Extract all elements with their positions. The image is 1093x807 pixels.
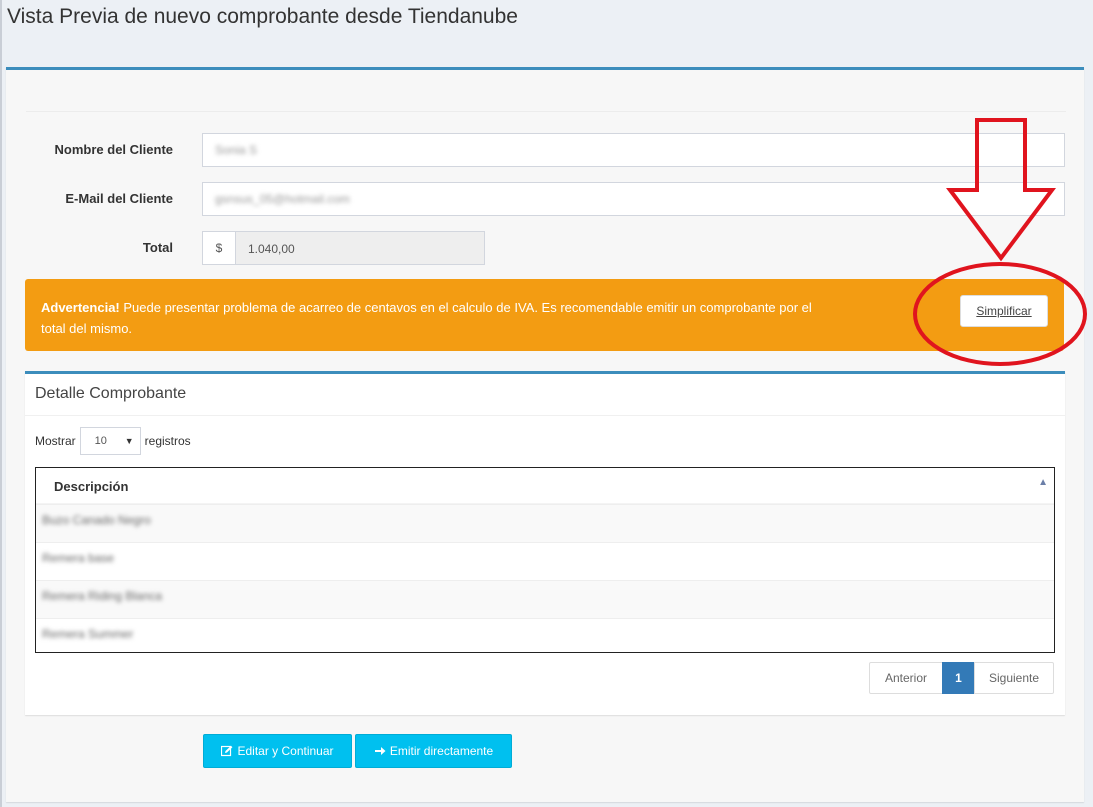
sort-asc-icon: ▲	[1038, 477, 1048, 488]
row-description: Remera base	[42, 551, 115, 565]
table-row: Remera Riding Blanca	[36, 580, 1054, 618]
page-title: Vista Previa de nuevo comprobante desde …	[7, 5, 518, 28]
table-row: Buzo Canado Negro	[36, 504, 1054, 542]
pagination: Anterior 1 Siguiente	[869, 662, 1054, 694]
page-length-select[interactable]: 10 ▼	[79, 427, 141, 455]
client-name-label: Nombre del Cliente	[54, 142, 173, 157]
main-box: Nombre del Cliente Sonia S E-Mail del Cl…	[6, 67, 1084, 802]
total-input-group: $ 1.040,00	[202, 231, 485, 265]
row-description: Buzo Canado Negro	[42, 513, 151, 527]
chevron-down-icon: ▼	[124, 436, 134, 446]
column-header-description[interactable]: Descripción ▲	[36, 468, 1054, 504]
arrow-right-icon	[374, 747, 386, 755]
detail-box: Detalle Comprobante Mostrar 10 ▼ registr…	[25, 371, 1065, 715]
warning-text: Advertencia! Puede presentar problema de…	[41, 297, 821, 339]
total-label: Total	[142, 240, 173, 255]
table-row: Remera base	[36, 542, 1054, 580]
row-description: Remera Riding Blanca	[42, 589, 163, 603]
detail-table: Descripción ▲ Buzo Canado Negro Remera b…	[35, 467, 1055, 653]
emit-directly-label: Emitir directamente	[389, 744, 494, 758]
records-label: registros	[144, 434, 191, 448]
warning-alert: Advertencia! Puede presentar problema de…	[25, 279, 1064, 351]
page-length-control: Mostrar 10 ▼ registros	[35, 427, 191, 455]
pagination-page-1[interactable]: 1	[942, 662, 975, 694]
edit-continue-button[interactable]: Editar y Continuar	[203, 734, 352, 768]
detail-header-divider	[25, 415, 1065, 416]
emit-directly-button[interactable]: Emitir directamente	[355, 734, 512, 768]
box-divider	[26, 111, 1066, 112]
row-description: Remera Summer	[42, 627, 134, 641]
detail-title: Detalle Comprobante	[35, 385, 187, 402]
pagination-previous[interactable]: Anterior	[869, 662, 943, 694]
left-edge	[0, 0, 2, 807]
column-header-label: Descripción	[54, 479, 129, 494]
currency-addon: $	[202, 231, 235, 265]
client-name-field[interactable]	[202, 133, 1065, 167]
show-label: Mostrar	[35, 434, 76, 448]
client-name-value: Sonia S	[215, 143, 258, 157]
total-field: 1.040,00	[235, 231, 485, 265]
edit-icon	[221, 745, 233, 757]
warning-title: Advertencia!	[41, 300, 120, 315]
simplify-button[interactable]: Simplificar	[960, 295, 1048, 327]
page-length-value: 10	[94, 435, 107, 447]
table-row: Remera Summer	[36, 618, 1054, 652]
warning-message: Puede presentar problema de acarreo de c…	[41, 300, 812, 336]
client-email-value: gsnsus_05@hotmail.com	[215, 192, 350, 206]
client-email-label: E-Mail del Cliente	[65, 191, 173, 206]
pagination-next[interactable]: Siguiente	[974, 662, 1054, 694]
edit-continue-label: Editar y Continuar	[237, 744, 334, 758]
